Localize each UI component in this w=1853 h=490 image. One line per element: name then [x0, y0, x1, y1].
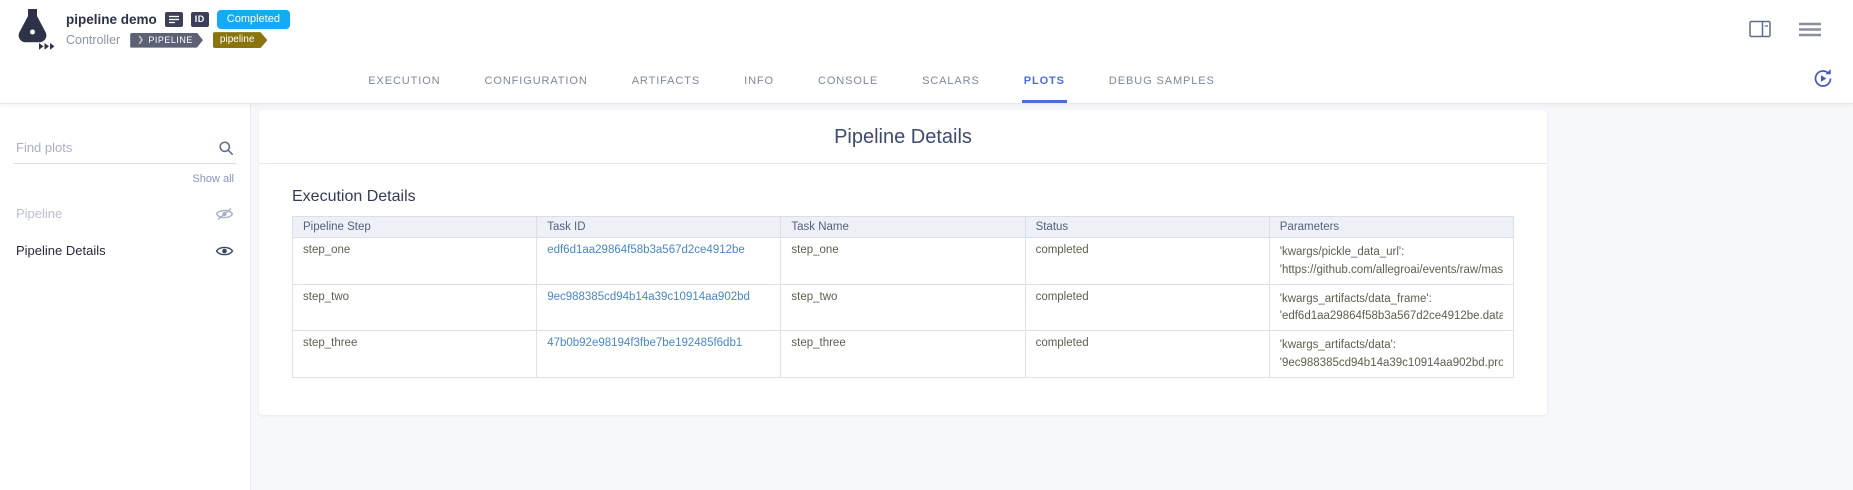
search-box [14, 134, 236, 164]
pipeline-title: pipeline demo [66, 12, 157, 27]
refresh-icon[interactable] [1811, 66, 1835, 95]
cell-pipeline-step: step_two [293, 284, 537, 331]
tab-configuration[interactable]: CONFIGURATION [483, 58, 590, 103]
cell-parameters: 'kwargs_artifacts/data_frame': 'edf6d1aa… [1269, 284, 1513, 331]
task-details-icon[interactable] [165, 12, 183, 27]
tab-bar: EXECUTION CONFIGURATION ARTIFACTS INFO C… [0, 58, 1853, 104]
task-id-link[interactable]: 47b0b92e98194f3fbe7be192485f6db1 [547, 337, 742, 349]
cell-status: completed [1025, 238, 1269, 285]
cell-parameters: 'kwargs_artifacts/data': '9ec988385cd94b… [1269, 331, 1513, 378]
chevron-icon: ❯ [137, 36, 144, 44]
execution-details-table: Pipeline Step Task ID Task Name Status P… [292, 216, 1514, 378]
id-badge[interactable]: ID [191, 12, 209, 27]
table-row: step_two 9ec988385cd94b14a39c10914aa902b… [293, 284, 1514, 331]
col-pipeline-step: Pipeline Step [293, 217, 537, 238]
plots-main: Pipeline Details Execution Details Pipel… [251, 104, 1853, 490]
tab-artifacts[interactable]: ARTIFACTS [630, 58, 702, 103]
cell-status: completed [1025, 284, 1269, 331]
system-tag-pipeline: ❯ PIPELINE [130, 33, 203, 48]
param-value: 'https://github.com/allegroai/events/raw… [1280, 262, 1503, 280]
param-value: 'edf6d1aa29864f58b3a567d2ce4912be.data_f… [1280, 308, 1503, 326]
plot-title: Pipeline Details [259, 110, 1547, 163]
cell-task-id: 47b0b92e98194f3fbe7be192485f6db1 [537, 331, 781, 378]
plot-item-label: Pipeline [16, 206, 62, 221]
tab-scalars[interactable]: SCALARS [920, 58, 982, 103]
col-task-name: Task Name [781, 217, 1025, 238]
eye-icon[interactable] [215, 244, 234, 258]
tab-group: EXECUTION CONFIGURATION ARTIFACTS INFO C… [366, 58, 1217, 103]
status-badge: Completed [217, 10, 290, 29]
cell-parameters: 'kwargs/pickle_data_url': 'https://githu… [1269, 238, 1513, 285]
cell-task-id: 9ec988385cd94b14a39c10914aa902bd [537, 284, 781, 331]
plot-body: Execution Details Pipeline Step Task ID … [259, 164, 1547, 378]
eye-off-icon[interactable] [215, 207, 234, 221]
table-row: step_three 47b0b92e98194f3fbe7be192485f6… [293, 331, 1514, 378]
cell-task-name: step_one [781, 238, 1025, 285]
cell-pipeline-step: step_one [293, 238, 537, 285]
tab-info[interactable]: INFO [742, 58, 776, 103]
cell-task-name: step_three [781, 331, 1025, 378]
title-block: pipeline demo ID Completed Controller ❯ P… [66, 10, 290, 48]
param-value: '9ec988385cd94b14a39c10914aa902bd.proces… [1280, 355, 1503, 373]
cell-task-name: step_two [781, 284, 1025, 331]
table-row: step_one edf6d1aa29864f58b3a567d2ce4912b… [293, 238, 1514, 285]
tab-execution[interactable]: EXECUTION [366, 58, 442, 103]
tab-debug-samples[interactable]: DEBUG SAMPLES [1107, 58, 1217, 103]
plots-sidebar: Show all Pipeline Pipeline Details [0, 104, 251, 490]
task-id-link[interactable]: 9ec988385cd94b14a39c10914aa902bd [547, 291, 750, 303]
sidebar-item-pipeline-details[interactable]: Pipeline Details [14, 232, 236, 269]
param-key: 'kwargs_artifacts/data': [1280, 337, 1503, 355]
search-input[interactable] [14, 134, 236, 163]
header-actions [1749, 20, 1835, 38]
show-all-link[interactable]: Show all [14, 164, 236, 195]
details-panel-icon[interactable] [1749, 20, 1771, 38]
search-icon[interactable] [218, 140, 234, 161]
section-title: Execution Details [292, 188, 1514, 206]
content-area: Show all Pipeline Pipeline Details Pipel… [0, 104, 1853, 490]
col-status: Status [1025, 217, 1269, 238]
task-id-link[interactable]: edf6d1aa29864f58b3a567d2ce4912be [547, 244, 745, 256]
param-key: 'kwargs/pickle_data_url': [1280, 244, 1503, 262]
cell-task-id: edf6d1aa29864f58b3a567d2ce4912be [537, 238, 781, 285]
plot-card: Pipeline Details Execution Details Pipel… [259, 110, 1547, 415]
sidebar-item-pipeline[interactable]: Pipeline [14, 195, 236, 232]
system-tag-label: PIPELINE [148, 36, 193, 45]
user-tag-pipeline: pipeline [213, 32, 267, 48]
col-task-id: Task ID [537, 217, 781, 238]
param-key: 'kwargs_artifacts/data_frame': [1280, 291, 1503, 309]
controller-label: Controller [66, 33, 120, 47]
tab-console[interactable]: CONSOLE [816, 58, 880, 103]
tab-plots[interactable]: PLOTS [1022, 58, 1067, 103]
plot-item-label: Pipeline Details [16, 243, 106, 258]
menu-icon[interactable] [1799, 22, 1821, 37]
app-header: pipeline demo ID Completed Controller ❯ P… [0, 0, 1853, 58]
col-parameters: Parameters [1269, 217, 1513, 238]
clearml-logo-icon [12, 6, 56, 52]
table-header-row: Pipeline Step Task ID Task Name Status P… [293, 217, 1514, 238]
user-tag-label: pipeline [220, 35, 254, 45]
cell-pipeline-step: step_three [293, 331, 537, 378]
cell-status: completed [1025, 331, 1269, 378]
